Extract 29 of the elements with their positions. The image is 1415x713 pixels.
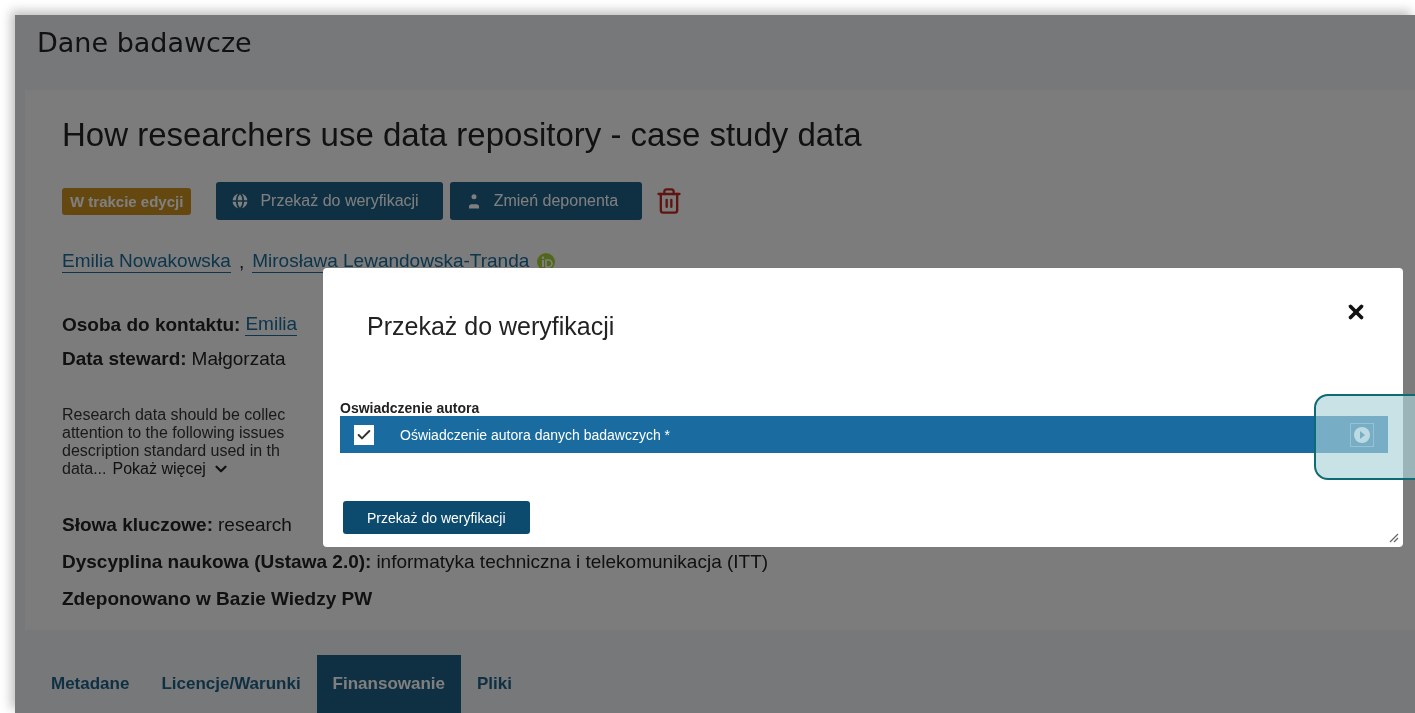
checkbox[interactable] (354, 424, 374, 445)
separator: , (238, 250, 245, 273)
field-label: Osoba do kontaktu: (62, 313, 241, 336)
tab[interactable]: Licencje/Warunki (145, 655, 317, 713)
field-label: Zdeponowano w Bazie Wiedzy PW (62, 588, 373, 610)
author-link[interactable]: Emilia Nowakowska (62, 250, 231, 273)
dialog-title: Przekaż do weryfikacji (367, 311, 615, 342)
field-label: Słowa kluczowe: (62, 514, 213, 536)
statement-label: Oświadczenie autora danych badawczych * (400, 426, 672, 443)
record-title: How researchers use data repository - case study data (62, 116, 863, 154)
action-button[interactable]: Zmień deponenta (449, 182, 643, 220)
field-value: research (218, 514, 292, 536)
field-label: Data steward: (62, 348, 187, 370)
tab[interactable]: Metadane (35, 655, 146, 713)
tab[interactable]: Pliki (461, 655, 528, 713)
resize-grip-icon[interactable] (1389, 533, 1399, 543)
statement-row[interactable]: Oświadczenie autora danych badawczych * (340, 416, 1388, 453)
field-value: Małgorzata (191, 348, 286, 370)
section-label: Oswiadczenie autora (340, 400, 481, 416)
show-more-link[interactable]: Pokaż więcej (112, 460, 230, 478)
field-label: Dyscyplina naukowa (Ustawa 2.0): (62, 551, 372, 573)
action-button[interactable]: Przekaż do weryfikacji (216, 182, 443, 220)
globe-icon (230, 191, 251, 211)
contact-link[interactable]: Emilia (245, 313, 298, 336)
status-badge: W trakcie edycji (62, 187, 192, 215)
page-title: Dane badawcze (36, 26, 253, 60)
submit-button[interactable]: Przekaż do weryfikacji (343, 501, 530, 534)
field-value: informatyka techniczna i telekomunikacja (ITT) (376, 551, 769, 573)
tab[interactable]: Finansowanie (316, 655, 462, 713)
